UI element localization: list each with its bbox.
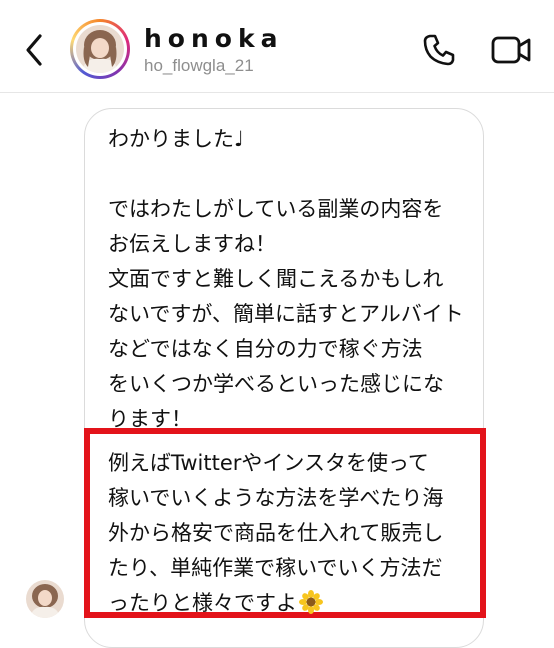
phone-icon — [423, 34, 455, 66]
message-text: ではわたしがしている副業の内容を お伝えしますね！ 文面ですと難しく聞こえるかも… — [108, 197, 464, 431]
back-button[interactable] — [20, 30, 50, 70]
video-call-button[interactable] — [490, 34, 532, 66]
message-text: わかりました♩ — [108, 127, 244, 151]
avatar-photo — [76, 25, 124, 73]
profile-avatar[interactable] — [70, 19, 130, 79]
display-name[interactable]: honoka — [144, 24, 283, 53]
sender-avatar[interactable] — [26, 580, 64, 618]
voice-call-button[interactable] — [421, 32, 457, 68]
chat-header: honoka ho_flowgla_21 — [0, 0, 554, 93]
chevron-left-icon — [26, 34, 42, 66]
highlighted-message-text: 例えばTwitterやインスタを使って 稼いでいくような方法を学べたり海 外から… — [108, 451, 444, 615]
highlighted-message: 例えばTwitterやインスタを使って 稼いでいくような方法を学べたり海 外から… — [108, 446, 468, 621]
video-camera-icon — [491, 36, 531, 64]
username: ho_flowgla_21 — [144, 56, 254, 75]
sunflower-emoji — [299, 590, 323, 614]
